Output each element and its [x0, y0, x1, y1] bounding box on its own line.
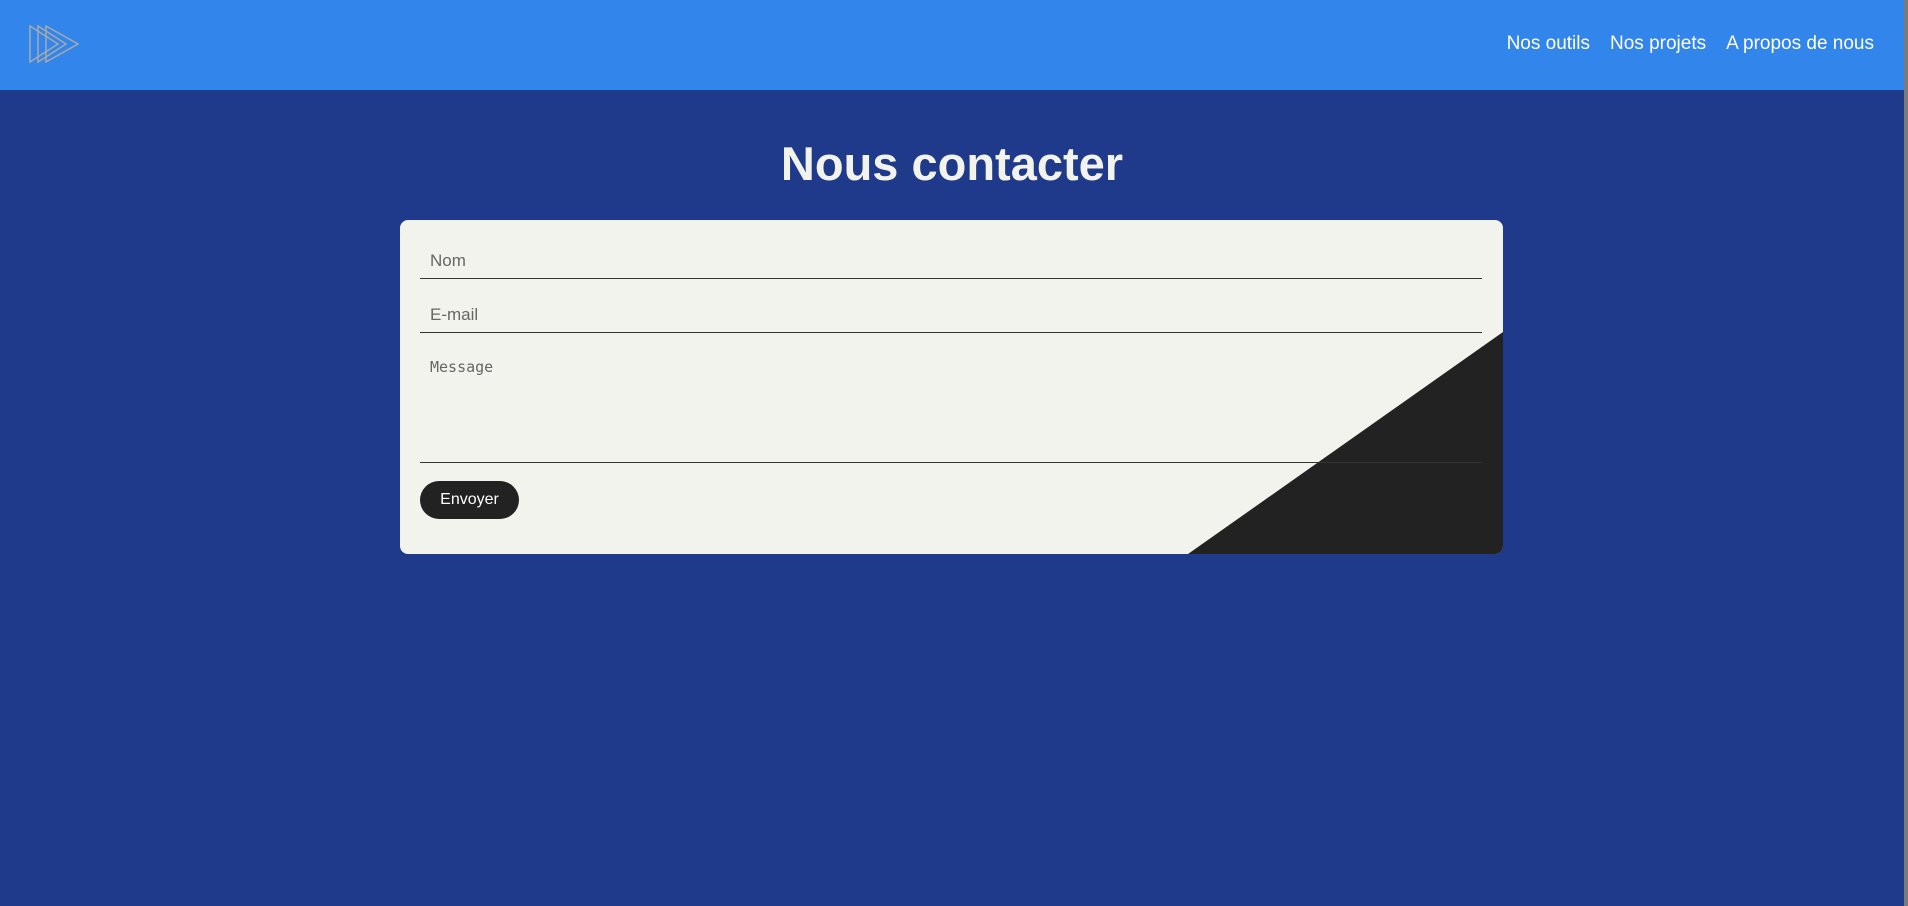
logo-icon[interactable]	[28, 24, 82, 64]
nav-link-a-propos[interactable]: A propos de nous	[1726, 33, 1874, 55]
nav-link-nos-projets[interactable]: Nos projets	[1610, 33, 1706, 55]
nav-link-nos-outils[interactable]: Nos outils	[1507, 33, 1590, 55]
contact-form: Envoyer	[400, 220, 1503, 554]
name-field[interactable]	[420, 244, 1482, 279]
nav-menu: Nos outils Nos projets A propos de nous	[1507, 0, 1874, 88]
page-title: Nous contacter	[780, 137, 1124, 190]
email-field[interactable]	[420, 298, 1482, 333]
send-button[interactable]: Envoyer	[420, 481, 519, 519]
triple-arrow-logo-icon	[29, 24, 80, 64]
message-field[interactable]	[420, 350, 1482, 463]
window-scrollbar[interactable]	[1904, 0, 1908, 906]
top-navbar: Nos outils Nos projets A propos de nous	[0, 0, 1904, 90]
